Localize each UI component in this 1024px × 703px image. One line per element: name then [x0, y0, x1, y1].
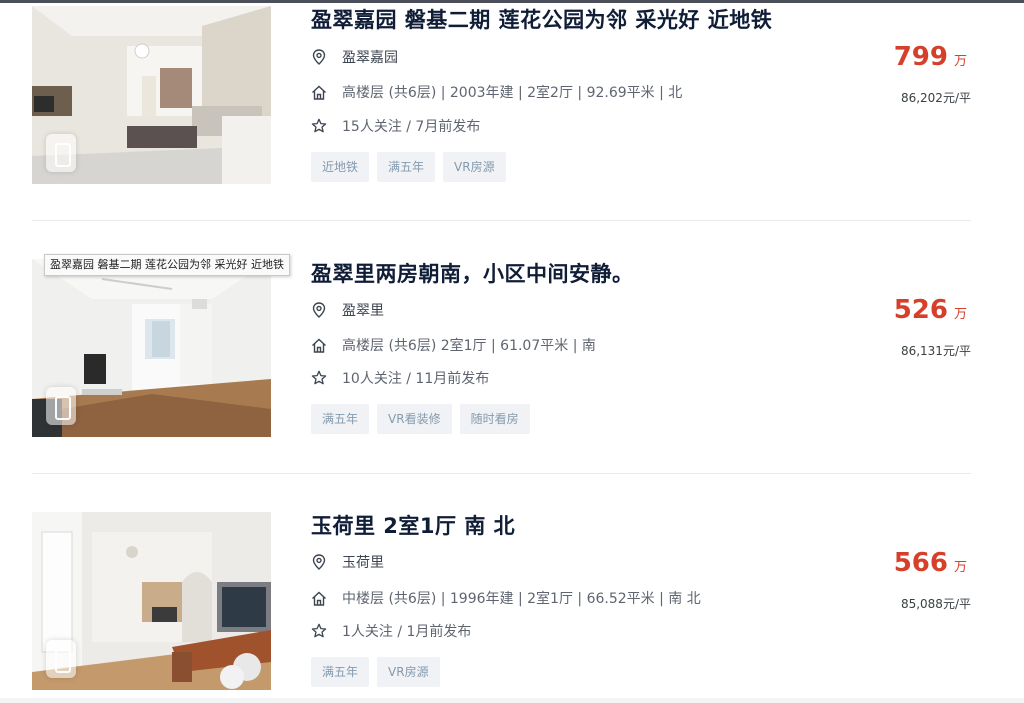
- community-link[interactable]: 盈翠里: [342, 300, 384, 320]
- price-number: 799: [893, 42, 948, 72]
- title-tooltip: 盈翠嘉园 磐基二期 莲花公园为邻 采光好 近地铁: [44, 254, 290, 276]
- listing-follow-row: 15人关注 / 7月前发布: [311, 115, 480, 137]
- tag-list: 近地铁 满五年 VR房源: [311, 152, 506, 182]
- community-link[interactable]: 玉荷里: [342, 552, 384, 572]
- vr-badge-icon: [46, 134, 76, 172]
- unit-price: 85,088元/平: [900, 597, 971, 611]
- price-number: 566: [893, 548, 948, 578]
- tag: 近地铁: [311, 152, 370, 182]
- house-info: 高楼层 (共6层) 2室1厅 | 61.07平米 | 南: [342, 338, 596, 354]
- total-price: 526 万: [894, 295, 967, 325]
- unit-price: 86,202元/平: [900, 91, 971, 105]
- listing-item: 盈翠里两房朝南，小区中间安静。 盈翠里 高楼层 (共6层) 2室1厅 | 61.…: [0, 253, 1024, 443]
- house-icon: [311, 590, 327, 606]
- listing-info-row: 高楼层 (共6层) | 2003年建 | 2室2厅 | 92.69平米 | 北: [311, 81, 682, 103]
- tag: 满五年: [311, 657, 370, 687]
- tag: 满五年: [311, 404, 370, 434]
- tag: VR房源: [443, 152, 506, 182]
- total-price: 566 万: [894, 548, 967, 578]
- community-link[interactable]: 盈翠嘉园: [342, 47, 398, 67]
- listing-photo[interactable]: [32, 259, 271, 437]
- star-icon: [311, 370, 327, 386]
- vr-badge-icon: [46, 387, 76, 425]
- price-number: 526: [893, 295, 948, 325]
- house-info: 中楼层 (共6层) | 1996年建 | 2室1厅 | 66.52平米 | 南 …: [342, 591, 701, 607]
- price-unit: 万: [953, 54, 967, 69]
- vr-badge-icon: [46, 640, 76, 678]
- listing-photo[interactable]: [32, 512, 271, 690]
- house-info: 高楼层 (共6层) | 2003年建 | 2室2厅 | 92.69平米 | 北: [342, 85, 683, 101]
- listing-community-row: 玉荷里: [311, 551, 384, 573]
- listing-item: 玉荷里 2室1厅 南 北 玉荷里 中楼层 (共6层) | 1996年建 | 2室…: [0, 506, 1024, 696]
- listing-info-row: 高楼层 (共6层) 2室1厅 | 61.07平米 | 南: [311, 334, 596, 356]
- total-price: 799 万: [894, 42, 967, 72]
- follow-info: 10人关注 / 11月前发布: [342, 371, 490, 387]
- location-pin-icon: [311, 302, 327, 318]
- listing-follow-row: 10人关注 / 11月前发布: [311, 367, 489, 389]
- listing-title[interactable]: 玉荷里 2室1厅 南 北: [311, 510, 515, 540]
- house-icon: [311, 337, 327, 353]
- listing-title[interactable]: 盈翠里两房朝南，小区中间安静。: [311, 258, 634, 288]
- listing-follow-row: 1人关注 / 1月前发布: [311, 620, 471, 642]
- listing-community-row: 盈翠里: [311, 299, 384, 321]
- follow-info: 15人关注 / 7月前发布: [342, 119, 481, 135]
- price-unit: 万: [953, 307, 967, 322]
- tag-list: 满五年 VR房源: [311, 657, 440, 687]
- listing-photo[interactable]: [32, 6, 271, 184]
- listing-item: 盈翠嘉园 磐基二期 莲花公园为邻 采光好 近地铁 盈翠嘉园 高楼层 (共6层) …: [0, 0, 1024, 190]
- listing-title[interactable]: 盈翠嘉园 磐基二期 莲花公园为邻 采光好 近地铁: [311, 4, 772, 34]
- tag: VR房源: [377, 657, 440, 687]
- location-pin-icon: [311, 49, 327, 65]
- location-pin-icon: [311, 554, 327, 570]
- bottom-edge: [0, 698, 1024, 703]
- tag: VR看装修: [377, 404, 452, 434]
- listing-community-row: 盈翠嘉园: [311, 46, 398, 68]
- follow-info: 1人关注 / 1月前发布: [342, 624, 472, 640]
- divider: [32, 473, 971, 474]
- star-icon: [311, 118, 327, 134]
- tag-list: 满五年 VR看装修 随时看房: [311, 404, 530, 434]
- star-icon: [311, 623, 327, 639]
- tag: 随时看房: [459, 404, 530, 434]
- tag: 满五年: [377, 152, 436, 182]
- price-unit: 万: [953, 560, 967, 575]
- divider: [32, 220, 971, 221]
- unit-price: 86,131元/平: [900, 344, 971, 358]
- listing-info-row: 中楼层 (共6层) | 1996年建 | 2室1厅 | 66.52平米 | 南 …: [311, 587, 701, 609]
- house-icon: [311, 84, 327, 100]
